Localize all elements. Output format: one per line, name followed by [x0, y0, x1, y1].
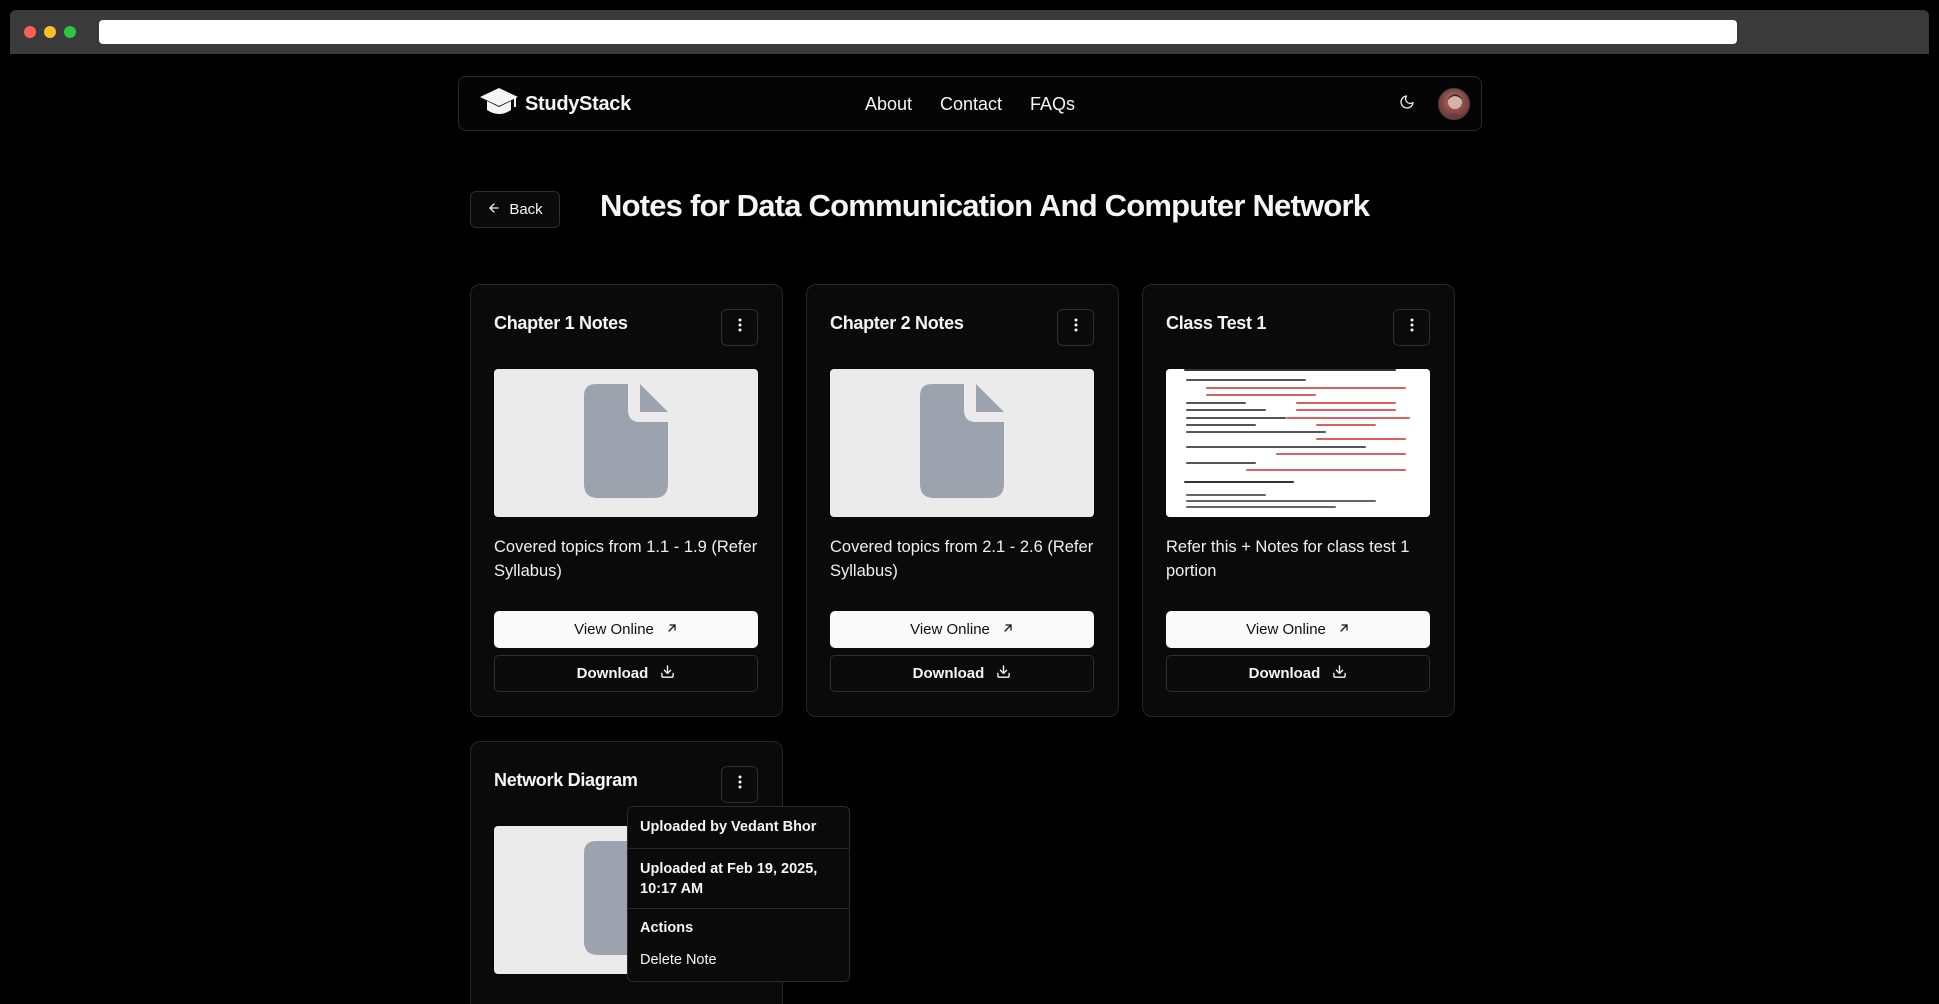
vertical-ellipsis-icon: [738, 318, 742, 337]
download-label: Download: [912, 665, 985, 682]
view-online-button[interactable]: View Online: [494, 611, 758, 648]
view-online-button[interactable]: View Online: [1166, 611, 1430, 648]
vertical-ellipsis-icon: [1074, 318, 1078, 337]
note-thumbnail: [830, 369, 1094, 517]
view-online-button[interactable]: View Online: [830, 611, 1094, 648]
user-avatar[interactable]: [1438, 88, 1470, 120]
brand-name: StudyStack: [525, 92, 631, 115]
nav-link-contact[interactable]: Contact: [940, 94, 1002, 115]
note-menu-button[interactable]: [1057, 309, 1094, 346]
note-card-title: Network Diagram: [494, 770, 638, 790]
delete-note-menu-item[interactable]: Delete Note: [640, 952, 717, 968]
note-card: Chapter 2 Notes Covered topics from 2.1 …: [806, 284, 1119, 717]
uploaded-by-label: Uploaded by Vedant Bhor: [640, 819, 817, 835]
arrow-up-right-icon: [1002, 621, 1014, 638]
note-card-title: Chapter 2 Notes: [830, 313, 964, 333]
view-online-label: View Online: [1246, 621, 1326, 638]
menu-divider: [628, 848, 849, 849]
window-maximize-button[interactable]: [64, 26, 76, 38]
note-card: Class Test 1 Refer this + Notes for clas…: [1142, 284, 1455, 717]
download-icon: [996, 664, 1011, 683]
page-title: Notes for Data Communication And Compute…: [600, 188, 1370, 223]
note-thumbnail: [494, 369, 758, 517]
actions-heading: Actions: [640, 920, 694, 936]
theme-toggle-button[interactable]: [1396, 93, 1418, 115]
download-button[interactable]: Download: [494, 655, 758, 692]
note-card: Chapter 1 Notes Covered topics from 1.1 …: [470, 284, 783, 717]
arrow-left-icon: [487, 201, 501, 219]
uploaded-at-label: Uploaded at Feb 19, 2025, 10:17 AM: [640, 861, 818, 897]
note-menu-button[interactable]: [1393, 309, 1430, 346]
vertical-ellipsis-icon: [738, 775, 742, 794]
download-icon: [1332, 664, 1347, 683]
download-icon: [660, 664, 675, 683]
moon-icon: [1399, 94, 1415, 115]
document-preview: [1166, 369, 1430, 517]
arrow-up-right-icon: [666, 621, 678, 638]
graduation-cap-icon: [479, 85, 519, 124]
download-label: Download: [1248, 665, 1321, 682]
view-online-label: View Online: [910, 621, 990, 638]
note-options-menu: Uploaded by Vedant Bhor Uploaded at Feb …: [627, 806, 850, 982]
file-icon: [584, 383, 668, 503]
download-label: Download: [576, 665, 649, 682]
arrow-up-right-icon: [1338, 621, 1350, 638]
back-button[interactable]: Back: [470, 191, 560, 228]
note-menu-button[interactable]: [721, 309, 758, 346]
window-close-button[interactable]: [24, 26, 36, 38]
nav-link-about[interactable]: About: [865, 94, 912, 115]
nav-link-faqs[interactable]: FAQs: [1030, 94, 1075, 115]
window-minimize-button[interactable]: [44, 26, 56, 38]
note-card-title: Chapter 1 Notes: [494, 313, 628, 333]
download-button[interactable]: Download: [1166, 655, 1430, 692]
brand-logo-link[interactable]: StudyStack: [479, 87, 631, 121]
note-description: Refer this + Notes for class test 1 port…: [1166, 538, 1410, 580]
note-thumbnail: [1166, 369, 1430, 517]
file-icon: [920, 383, 1004, 503]
download-button[interactable]: Download: [830, 655, 1094, 692]
note-description: Covered topics from 2.1 - 2.6 (Refer Syl…: [830, 538, 1094, 580]
back-button-label: Back: [509, 201, 543, 218]
note-description: Covered topics from 1.1 - 1.9 (Refer Syl…: [494, 538, 758, 580]
note-menu-button[interactable]: [721, 766, 758, 803]
note-card-title: Class Test 1: [1166, 313, 1267, 333]
menu-divider: [628, 908, 849, 909]
address-bar[interactable]: [99, 20, 1737, 44]
vertical-ellipsis-icon: [1410, 318, 1414, 337]
browser-chrome: [10, 10, 1929, 54]
navbar: StudyStack About Contact FAQs: [458, 76, 1482, 131]
view-online-label: View Online: [574, 621, 654, 638]
